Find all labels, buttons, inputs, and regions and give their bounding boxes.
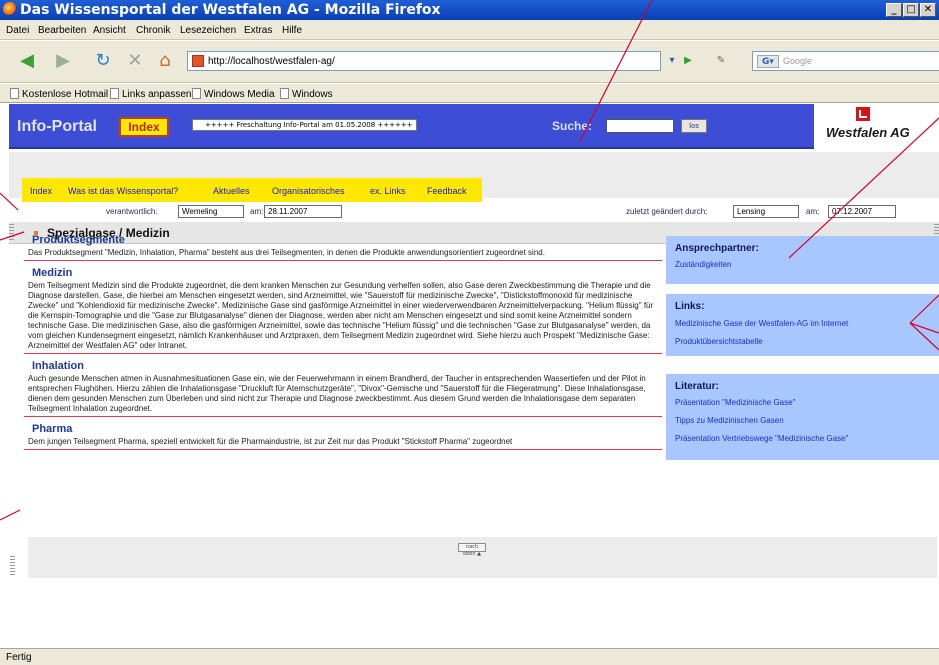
minimize-button[interactable]: _ <box>886 3 902 17</box>
changed-date-label: am: <box>806 207 820 216</box>
menu-hilfe[interactable]: Hilfe <box>282 25 302 36</box>
nav-aktuelles[interactable]: Aktuelles <box>213 186 250 196</box>
content-block-medizin: Medizin Dem Teilsegment Medizin sind die… <box>24 265 662 354</box>
bookmark-windows[interactable]: Windows <box>280 88 333 100</box>
grip-icon <box>9 224 14 242</box>
menu-bearbeiten[interactable]: Bearbeiten <box>38 25 86 36</box>
logo-mark-icon <box>856 107 870 121</box>
sidebar-links-title: Links: <box>675 301 705 312</box>
search-input[interactable] <box>606 119 674 133</box>
nav-feedback[interactable]: Feedback <box>427 186 467 196</box>
content-block-pharma: Pharma Dem jungen Teilsegment Pharma, sp… <box>24 421 662 450</box>
page-icon <box>280 88 289 99</box>
content-text: Dem jungen Teilsegment Pharma, speziell … <box>28 437 513 446</box>
page-icon <box>192 88 201 99</box>
search-engine-label: G <box>762 57 770 67</box>
reload-icon[interactable]: ↻ <box>92 50 114 72</box>
nav-organisatorisches[interactable]: Organisatorisches <box>272 186 345 196</box>
nav-ex-links[interactable]: ex. Links <box>370 186 406 196</box>
bookmark-hotmail[interactable]: Kostenlose Hotmail <box>10 88 108 100</box>
content-block-produktsegmente: Produktsegmente Das Produktsegment "Medi… <box>24 232 662 261</box>
sidebar-literature-title: Literatur: <box>675 381 719 392</box>
navigation-toolbar: ◀ ▶ ↻ ✕ ⌂ http://localhost/westfalen-ag/… <box>0 41 939 83</box>
maximize-button[interactable]: □ <box>903 3 919 17</box>
firefox-icon <box>3 2 17 16</box>
link-praesentation-medizinische-gase[interactable]: Präsentation "Medizinische Gase" <box>675 398 795 407</box>
search-label: Suche: <box>552 119 593 133</box>
sidebar-links: Links: Medizinische Gase der Westfalen-A… <box>666 294 939 356</box>
date-field[interactable]: 28.11.2007 <box>264 205 342 218</box>
status-text: Fertig <box>6 652 32 663</box>
url-text: http://localhost/westfalen-ag/ <box>208 56 335 67</box>
responsible-field[interactable]: Wemeling <box>178 205 244 218</box>
home-icon[interactable]: ⌂ <box>154 50 176 72</box>
annotation-line <box>0 509 21 521</box>
content-text: Dem Teilsegment Medizin sind die Produkt… <box>28 281 654 350</box>
content-block-inhalation: Inhalation Auch gesunde Menschen atmen i… <box>24 358 662 417</box>
link-produktuebersicht[interactable]: Produktübersichtstabelle <box>675 337 763 346</box>
changed-field[interactable]: Lensing <box>733 205 799 218</box>
sidebar-contacts: Ansprechpartner: Zuständigkeiten <box>666 236 939 284</box>
bookmark-label: Windows Media <box>204 89 275 100</box>
content-heading: Medizin <box>32 267 73 279</box>
sidebar-literature: Literatur: Präsentation "Medizinische Ga… <box>666 374 939 460</box>
bookmark-links-anpassen[interactable]: Links anpassen <box>110 88 192 100</box>
page-icon <box>10 88 19 99</box>
link-praesentation-vertriebswege[interactable]: Präsentation Vertriebswege "Medizinische… <box>675 434 848 443</box>
stop-icon[interactable]: ✕ <box>124 50 146 72</box>
google-icon[interactable]: G▾ <box>757 55 779 68</box>
go-icon[interactable]: ▶ <box>681 53 695 69</box>
status-bar: Fertig <box>0 648 939 665</box>
main-content: Produktsegmente Das Produktsegment "Medi… <box>24 232 662 454</box>
window-title: Das Wissensportal der Westfalen AG - Moz… <box>20 2 441 18</box>
westfalen-logo[interactable]: Westfalen AG <box>814 104 939 149</box>
link-tipps-medizinische-gase[interactable]: Tipps zu Medizinischen Gasen <box>675 416 784 425</box>
sidebar-contacts-title: Ansprechpartner: <box>675 243 759 254</box>
bookmark-windows-media[interactable]: Windows Media <box>192 88 275 100</box>
menu-bar: Datei Bearbeiten Ansicht Chronik Lesezei… <box>0 20 939 40</box>
menu-chronik[interactable]: Chronik <box>136 25 170 36</box>
changed-label: zuletzt geändert durch: <box>626 207 708 216</box>
content-heading: Pharma <box>32 423 73 435</box>
bookmark-label: Links anpassen <box>122 89 192 100</box>
portal-header: Info-Portal Index +++++ Freschaltung Inf… <box>9 104 939 149</box>
search-button[interactable]: los <box>681 119 707 133</box>
title-bar: Das Wissensportal der Westfalen AG - Moz… <box>0 0 939 20</box>
browser-window: Das Wissensportal der Westfalen AG - Moz… <box>0 0 939 665</box>
page-icon <box>110 88 119 99</box>
menu-extras[interactable]: Extras <box>244 25 272 36</box>
url-bar[interactable]: http://localhost/westfalen-ag/ <box>187 51 661 71</box>
bookmarks-bar: Kostenlose Hotmail Links anpassen Window… <box>0 84 939 103</box>
back-to-top-button[interactable]: nach oben ▲ <box>458 543 486 557</box>
nav-was-ist[interactable]: Was ist das Wissensportal? <box>68 186 178 196</box>
content-text: Auch gesunde Menschen atmen in Ausnahmes… <box>28 374 646 413</box>
search-engine-placeholder: Google <box>783 56 813 66</box>
site-icon <box>192 55 204 67</box>
nav-index[interactable]: Index <box>30 186 52 196</box>
date-label: am: <box>250 207 264 216</box>
link-medizinische-gase-internet[interactable]: Medizinische Gase der Westfalen-AG im In… <box>675 319 848 328</box>
responsible-label: verantwortlich: <box>106 207 158 216</box>
menu-ansicht[interactable]: Ansicht <box>93 25 126 36</box>
content-heading: Produktsegmente <box>32 234 125 246</box>
news-ticker: +++++ Freschaltung Info-Portal am 01.05.… <box>192 119 417 131</box>
content-text: Das Produktsegment "Medizin, Inhalation,… <box>28 248 545 257</box>
grip-icon <box>10 556 15 576</box>
tools-icon[interactable]: ✎ <box>714 53 728 69</box>
index-button[interactable]: Index <box>119 117 169 137</box>
back-icon[interactable]: ◀ <box>14 50 40 72</box>
content-heading: Inhalation <box>32 360 84 372</box>
bookmark-label: Kostenlose Hotmail <box>22 89 109 100</box>
portal-brand: Info-Portal <box>17 118 97 135</box>
link-zustaendigkeiten[interactable]: Zuständigkeiten <box>675 260 731 269</box>
menu-datei[interactable]: Datei <box>6 25 29 36</box>
bookmark-label: Windows <box>292 89 333 100</box>
close-button[interactable]: ✕ <box>920 3 936 17</box>
changed-date-field[interactable]: 07.12.2007 <box>828 205 896 218</box>
forward-icon[interactable]: ▶ <box>52 50 74 72</box>
logo-text: Westfalen AG <box>826 125 910 140</box>
url-dropdown-icon[interactable]: ▾ <box>666 53 678 69</box>
search-engine-box[interactable]: G▾ Google <box>752 51 939 71</box>
menu-lesezeichen[interactable]: Lesezeichen <box>180 25 236 36</box>
